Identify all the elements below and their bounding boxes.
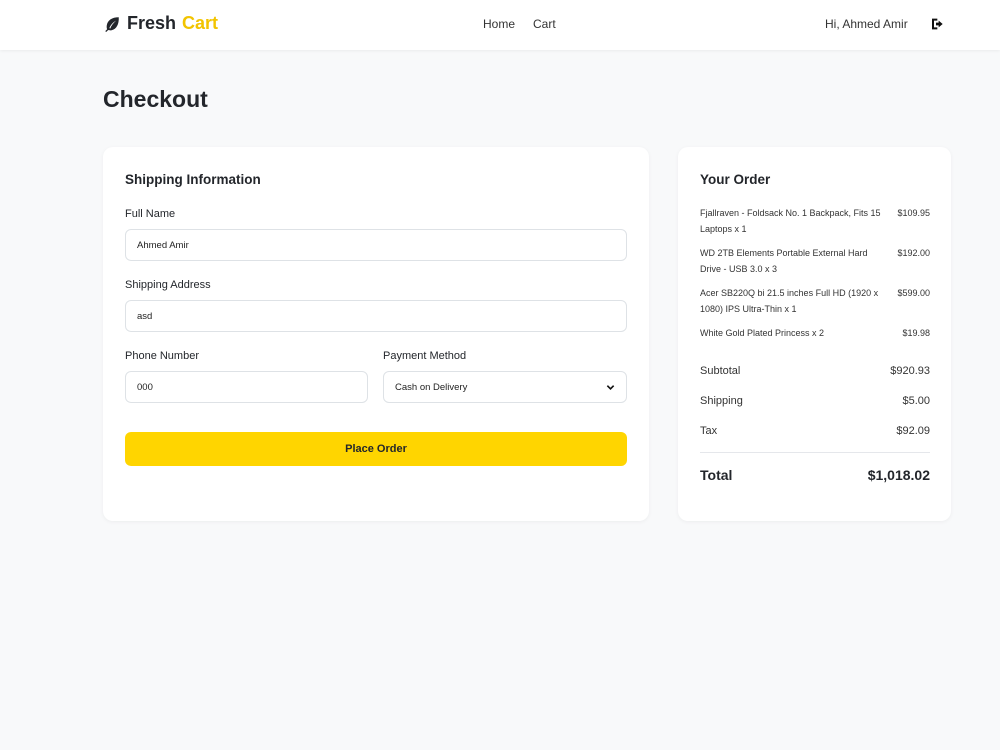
shipping-address-value: asd xyxy=(137,310,153,322)
brand-name-fresh: Fresh xyxy=(127,13,177,33)
total-row: Total $1,018.02 xyxy=(700,467,930,483)
user-greeting: Hi, Ahmed Amir xyxy=(825,17,908,31)
leaf-icon xyxy=(105,16,119,32)
full-name-input[interactable]: Ahmed Amir xyxy=(125,229,627,261)
full-name-label: Full Name xyxy=(125,208,176,220)
order-item-price: $599.00 xyxy=(897,288,930,298)
order-item-name: Fjallraven - Foldsack No. 1 Backpack, Fi… xyxy=(700,208,881,234)
order-item: Fjallraven - Foldsack No. 1 Backpack, Fi… xyxy=(700,205,930,237)
chevron-down-icon xyxy=(606,384,615,390)
full-name-value: Ahmed Amir xyxy=(137,239,189,251)
shipping-address-label: Shipping Address xyxy=(125,279,211,291)
order-item-price: $192.00 xyxy=(897,248,930,258)
shipping-card: Shipping Information Full Name Ahmed Ami… xyxy=(103,147,649,521)
payment-method-select[interactable]: Cash on Delivery xyxy=(383,371,627,403)
payment-method-label: Payment Method xyxy=(383,350,467,362)
nav-link-home[interactable]: Home xyxy=(483,17,515,31)
order-item-name: Acer SB220Q bi 21.5 inches Full HD (1920… xyxy=(700,288,879,314)
shipping-title: Shipping Information xyxy=(125,172,261,187)
tax-value: $92.09 xyxy=(896,425,930,437)
summary-divider xyxy=(700,452,930,453)
brand-name-cart: Cart xyxy=(182,13,219,33)
shipping-cost-value: $5.00 xyxy=(902,395,930,407)
subtotal-row: Subtotal $920.93 xyxy=(700,365,930,377)
order-item: White Gold Plated Princess x 2 $19.98 xyxy=(700,325,930,341)
phone-number-label: Phone Number xyxy=(125,350,199,362)
phone-number-value: 000 xyxy=(137,381,153,393)
phone-number-input[interactable]: 000 xyxy=(125,371,368,403)
shipping-cost-row: Shipping $5.00 xyxy=(700,395,930,407)
subtotal-value: $920.93 xyxy=(890,365,930,377)
shipping-cost-label: Shipping xyxy=(700,395,743,407)
total-value: $1,018.02 xyxy=(867,467,930,483)
navbar: Fresh Cart Home Cart Hi, Ahmed Amir xyxy=(0,0,1000,50)
tax-label: Tax xyxy=(700,425,718,437)
order-item: WD 2TB Elements Portable External Hard D… xyxy=(700,245,930,277)
order-item-name: WD 2TB Elements Portable External Hard D… xyxy=(700,248,868,274)
order-title: Your Order xyxy=(700,172,771,187)
tax-row: Tax $92.09 xyxy=(700,425,930,437)
total-label: Total xyxy=(700,467,733,483)
order-item: Acer SB220Q bi 21.5 inches Full HD (1920… xyxy=(700,285,930,317)
payment-method-value: Cash on Delivery xyxy=(395,381,468,393)
page-title: Checkout xyxy=(103,86,208,112)
order-item-name: White Gold Plated Princess x 2 xyxy=(700,328,825,338)
place-order-button[interactable]: Place Order xyxy=(125,432,627,466)
shipping-address-input[interactable]: asd xyxy=(125,300,627,332)
nav-link-cart[interactable]: Cart xyxy=(533,17,556,31)
subtotal-label: Subtotal xyxy=(700,365,741,377)
sign-out-icon[interactable] xyxy=(930,16,946,32)
order-summary-card: Your Order Fjallraven - Foldsack No. 1 B… xyxy=(678,147,951,521)
order-item-price: $109.95 xyxy=(897,208,930,218)
order-item-price: $19.98 xyxy=(902,328,930,338)
brand-logo[interactable]: Fresh Cart xyxy=(103,13,218,34)
nav-links: Home Cart xyxy=(483,17,556,31)
